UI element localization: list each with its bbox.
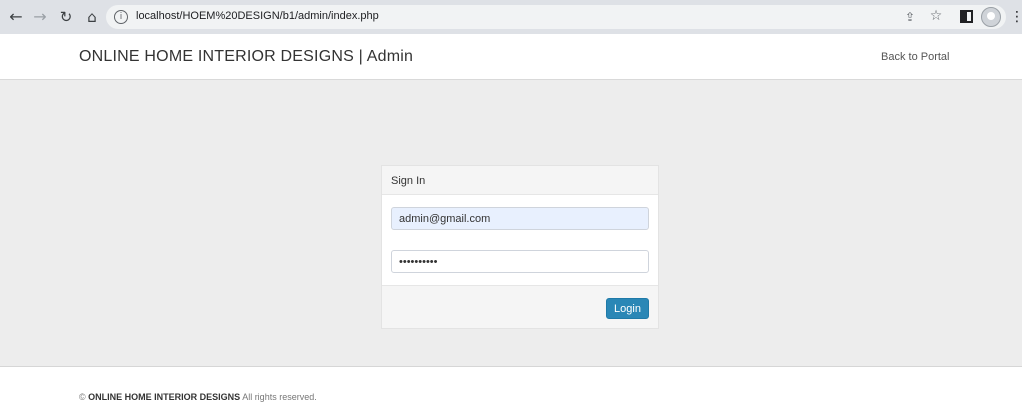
footer-rights: All rights reserved. (242, 392, 317, 402)
login-button[interactable]: Login (606, 298, 649, 319)
home-icon[interactable]: ⌂ (82, 7, 102, 27)
copyright-symbol: © (79, 392, 86, 402)
login-title: Sign In (391, 175, 426, 187)
footer-brand: ONLINE HOME INTERIOR DESIGNS (88, 392, 241, 402)
main-content: Sign In Login (0, 80, 1022, 367)
star-icon[interactable]: ☆ (928, 8, 944, 24)
page-footer: © ONLINE HOME INTERIOR DESIGNS All right… (79, 392, 317, 402)
forward-arrow-icon[interactable]: → (30, 7, 50, 27)
profile-icon[interactable] (981, 7, 1001, 27)
share-icon[interactable]: ⇪ (902, 9, 918, 25)
reload-icon[interactable]: ↻ (56, 7, 76, 27)
login-panel-header: Sign In (382, 166, 658, 195)
login-panel-footer: Login (382, 285, 658, 328)
url-text[interactable]: localhost/HOEM%20DESIGN/b1/admin/index.p… (136, 10, 379, 22)
menu-icon[interactable]: ⋮ (1010, 8, 1022, 26)
sidebar-icon[interactable] (960, 10, 973, 23)
email-field[interactable] (391, 207, 649, 230)
back-to-portal-link[interactable]: Back to Portal (881, 51, 949, 63)
info-icon[interactable]: i (114, 10, 128, 24)
site-brand: ONLINE HOME INTERIOR DESIGNS | Admin (79, 48, 414, 65)
login-panel: Sign In Login (381, 165, 659, 329)
site-header: ONLINE HOME INTERIOR DESIGNS | Admin Bac… (0, 34, 1022, 80)
address-bar[interactable]: i localhost/HOEM%20DESIGN/b1/admin/index… (106, 5, 1006, 29)
browser-toolbar: ← → ↻ ⌂ i localhost/HOEM%20DESIGN/b1/adm… (0, 0, 1022, 34)
back-arrow-icon[interactable]: ← (6, 7, 26, 27)
password-field[interactable] (391, 250, 649, 273)
